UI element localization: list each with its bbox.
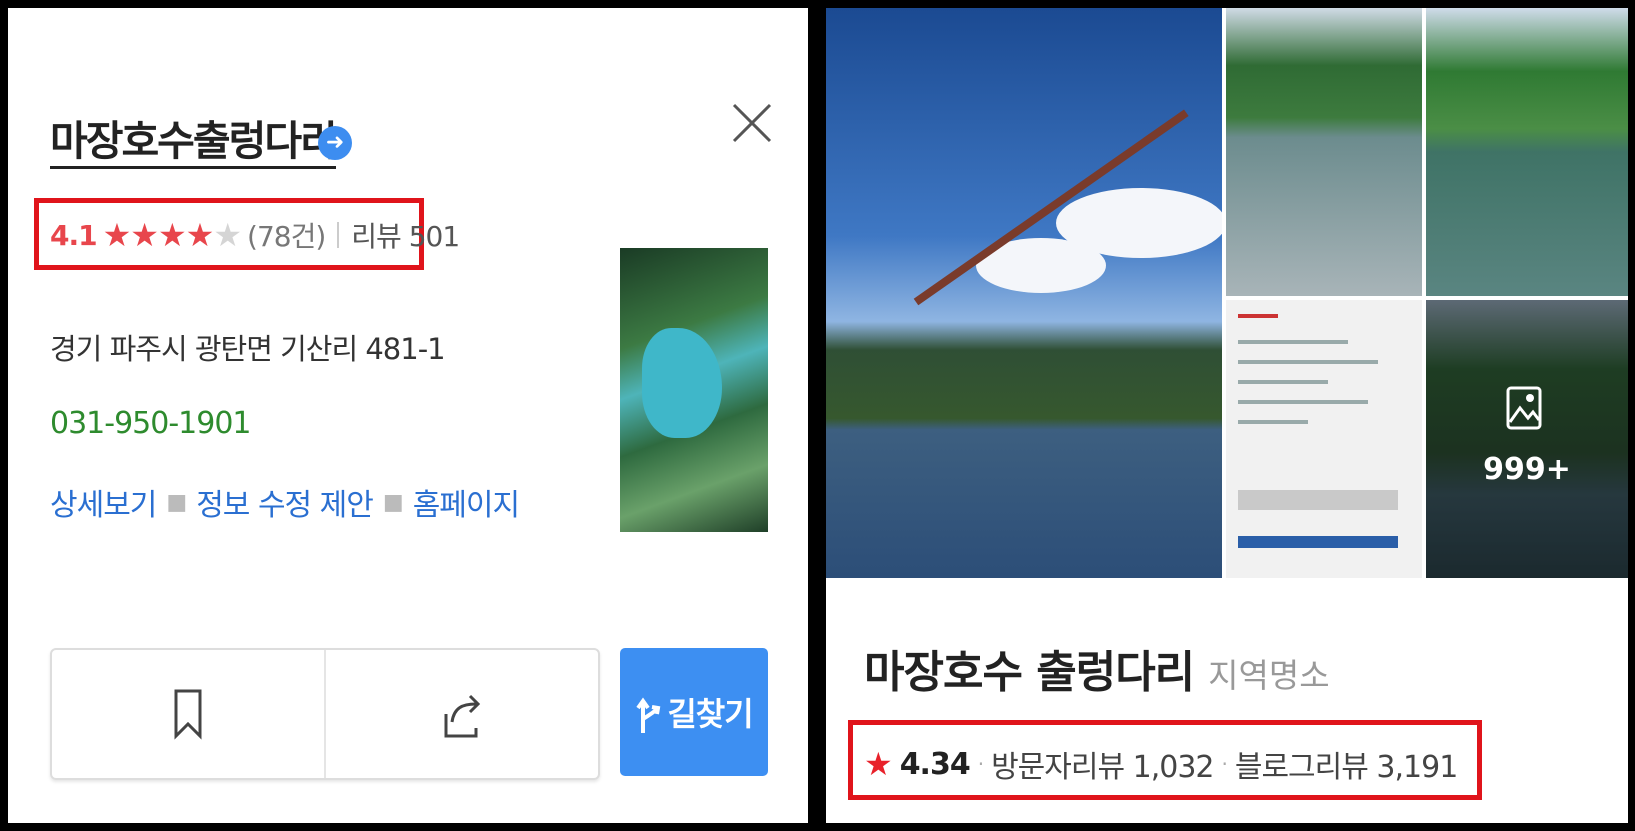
rating-count: (78건): [247, 220, 326, 253]
place-name[interactable]: 마장호수 출렁다리: [864, 636, 1195, 700]
doc-line: [1238, 340, 1348, 344]
rating-row: 4.1 ★ ★ ★ ★ ★ (78건) 리뷰 501: [50, 214, 460, 256]
bookmark-icon: [174, 689, 202, 740]
star-icon: ★: [185, 216, 215, 254]
phone-number[interactable]: 031-950-1901: [50, 406, 252, 441]
doc-line: [1238, 314, 1278, 318]
photo-grid: 999+: [826, 8, 1628, 578]
star-empty-icon: ★: [213, 216, 242, 254]
link-homepage[interactable]: 홈페이지: [413, 480, 520, 524]
doc-line: [1238, 536, 1398, 548]
rating-score: 4.1: [50, 218, 98, 252]
route-button[interactable]: 길찾기: [620, 648, 768, 776]
bookmark-button[interactable]: [52, 650, 324, 778]
place-card-left: 마장호수출렁다리 ➜ 4.1 ★ ★ ★ ★ ★ (78건) 리뷰 501 경기…: [8, 8, 808, 823]
doc-line: [1238, 490, 1398, 510]
star-icon: ★: [157, 216, 187, 254]
share-button[interactable]: [324, 650, 598, 778]
photo-thumb-1[interactable]: [1226, 8, 1422, 296]
place-title[interactable]: 마장호수출렁다리: [50, 116, 338, 169]
rating-stars: ★ ★ ★ ★ ★: [102, 216, 242, 254]
route-label: 길찾기: [667, 695, 753, 733]
address: 경기 파주시 광탄면 기산리 481-1: [50, 332, 446, 366]
star-icon: ★: [130, 216, 159, 254]
visitor-reviews[interactable]: 방문자리뷰 1,032: [991, 742, 1214, 786]
place-card-right: 999+ 마장호수 출렁다리 지역명소 ★ 4.34 · 방문자리뷰 1,032…: [826, 8, 1628, 823]
photo-overlay: [1426, 300, 1628, 578]
star-icon: ★: [864, 745, 893, 783]
link-row: 상세보기 ■ 정보 수정 제안 ■ 홈페이지: [50, 480, 520, 524]
photo-more[interactable]: 999+: [1426, 300, 1628, 578]
arrow-right-circle-icon[interactable]: ➜: [318, 126, 352, 160]
link-details[interactable]: 상세보기: [50, 480, 157, 524]
photo-thumb-3[interactable]: [1226, 300, 1422, 578]
place-category: 지역명소: [1208, 656, 1330, 695]
image-icon: [1506, 386, 1542, 430]
divider: [337, 222, 340, 248]
blog-reviews[interactable]: 블로그리뷰 3,191: [1235, 742, 1458, 786]
rating-score: 4.34: [899, 746, 971, 782]
share-icon: [444, 694, 481, 738]
action-bar: [50, 648, 600, 780]
photo-main[interactable]: [826, 8, 1222, 578]
doc-line: [1238, 420, 1308, 424]
doc-line: [1238, 360, 1378, 364]
dot-separator: ·: [977, 752, 984, 776]
link-edit-suggest[interactable]: 정보 수정 제안: [196, 480, 374, 524]
doc-line: [1238, 380, 1328, 384]
place-thumbnail[interactable]: [620, 248, 768, 532]
rating-row: ★ 4.34 · 방문자리뷰 1,032 · 블로그리뷰 3,191: [864, 742, 1458, 786]
close-icon[interactable]: [730, 101, 774, 145]
link-separator: ■: [382, 489, 404, 515]
dot-separator: ·: [1221, 752, 1228, 776]
link-separator: ■: [166, 489, 187, 515]
review-count[interactable]: 리뷰 501: [351, 215, 460, 255]
star-icon: ★: [102, 216, 132, 254]
thumbnail-lake: [642, 328, 722, 438]
photo-thumb-2[interactable]: [1426, 8, 1628, 296]
place-title-row: 마장호수 출렁다리 지역명소: [864, 636, 1330, 700]
photo-more-count: 999+: [1483, 452, 1571, 487]
doc-line: [1238, 400, 1368, 404]
route-icon: [636, 697, 661, 733]
